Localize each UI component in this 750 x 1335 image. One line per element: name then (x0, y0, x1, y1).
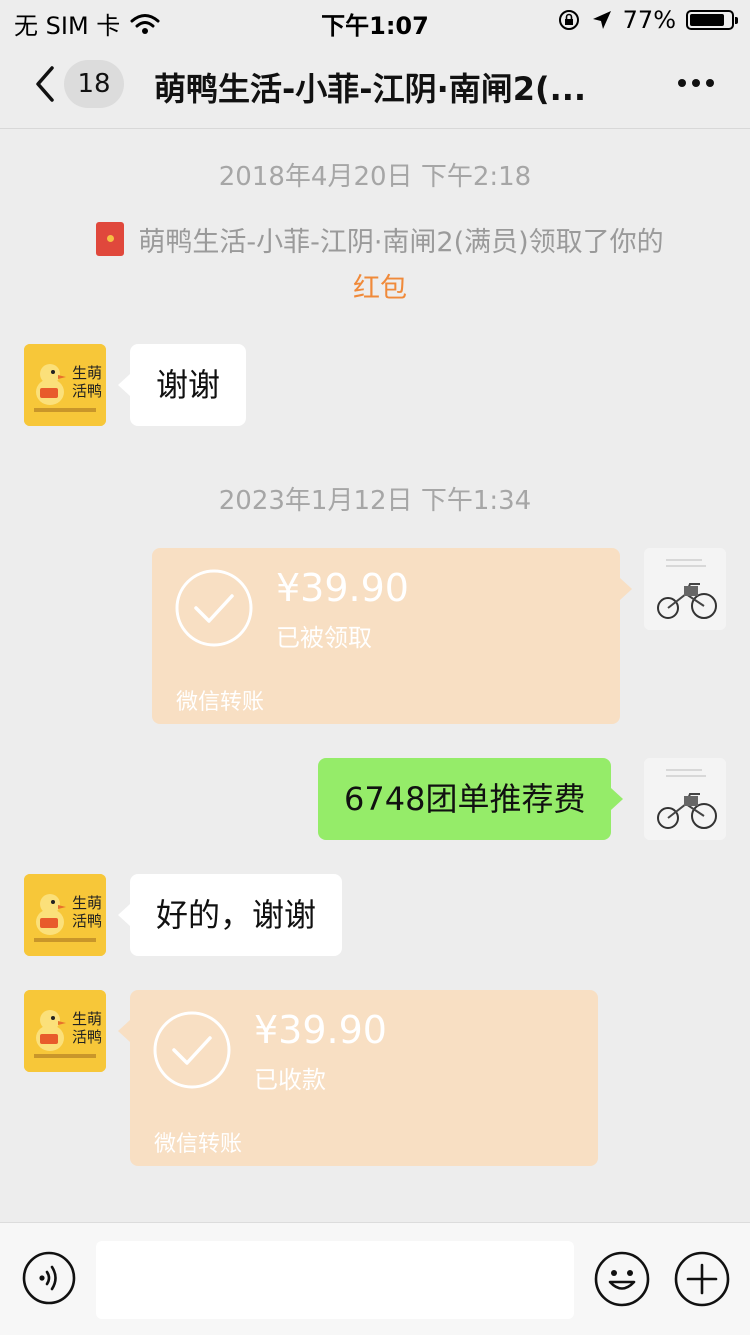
transfer-status: 已收款 (254, 1066, 326, 1094)
chevron-left-icon[interactable] (28, 64, 68, 104)
transfer-amount: ¥39.90 (254, 1008, 387, 1052)
chat-title: 萌鸭生活-小菲-江阴·南闸2(... (154, 70, 587, 108)
bicycle-avatar-icon (644, 548, 726, 630)
voice-icon[interactable] (22, 1251, 76, 1305)
bicycle-avatar-icon (644, 758, 726, 840)
battery-percent: 77% (622, 6, 676, 34)
self-avatar[interactable] (644, 548, 726, 630)
svg-text:生萌: 生萌 (72, 894, 102, 912)
avatar[interactable]: 生萌 活鸭 (24, 874, 106, 956)
self-avatar[interactable] (644, 758, 726, 840)
transfer-card[interactable]: ¥39.90 已被领取 微信转账 (152, 548, 632, 724)
avatar[interactable]: 生萌 活鸭 (24, 344, 106, 426)
avatar[interactable]: 生萌 活鸭 (24, 990, 106, 1072)
transfer-amount: ¥39.90 (276, 566, 409, 610)
svg-text:生萌: 生萌 (72, 1010, 102, 1028)
location-icon (592, 11, 611, 29)
svg-text:生萌: 生萌 (72, 364, 102, 382)
check-circle-icon (153, 1011, 231, 1089)
svg-text:活鸭: 活鸭 (72, 382, 102, 400)
transfer-status: 已被领取 (276, 624, 372, 652)
more-dots-icon[interactable] (676, 68, 716, 98)
transfer-card[interactable]: ¥39.90 已收款 微信转账 (118, 990, 598, 1166)
input-bar (0, 1222, 750, 1335)
timestamp: 2023年1月12日 下午1:34 (218, 486, 532, 516)
system-message: 萌鸭生活-小菲-江阴·南闸2(满员)领取了你的 红包 (70, 220, 690, 312)
transfer-brand: 微信转账 (176, 690, 265, 715)
svg-text:活鸭: 活鸭 (72, 1028, 102, 1046)
transfer-brand: 微信转账 (154, 1132, 243, 1157)
message-bubble[interactable]: 好的，谢谢 (117, 874, 343, 956)
emoji-icon[interactable] (594, 1251, 650, 1307)
battery-icon (686, 10, 738, 30)
red-packet-icon (96, 222, 125, 256)
message-bubble[interactable]: 6748团单推荐费 (318, 758, 624, 840)
duck-avatar-icon: 生萌 活鸭 (24, 874, 106, 956)
status-bar: 无 SIM 卡 下午1:07 77% (0, 0, 750, 40)
check-circle-icon (175, 569, 253, 647)
message-input[interactable] (96, 1241, 574, 1319)
orientation-lock-icon (558, 10, 579, 30)
system-message-text: 萌鸭生活-小菲-江阴·南闸2(满员)领取了你的 (138, 227, 664, 258)
plus-icon[interactable] (674, 1251, 730, 1307)
red-packet-link[interactable]: 红包 (353, 273, 407, 304)
duck-avatar-icon: 生萌 活鸭 (24, 344, 106, 426)
unread-count-badge[interactable]: 18 (64, 60, 124, 108)
status-right: 77% (557, 6, 738, 34)
message-bubble[interactable]: 谢谢 (117, 344, 247, 426)
svg-text:活鸭: 活鸭 (72, 912, 102, 930)
duck-avatar-icon: 生萌 活鸭 (24, 990, 106, 1072)
chat-header: 18 萌鸭生活-小菲-江阴·南闸2(... (0, 40, 750, 129)
timestamp: 2018年4月20日 下午2:18 (218, 162, 532, 192)
